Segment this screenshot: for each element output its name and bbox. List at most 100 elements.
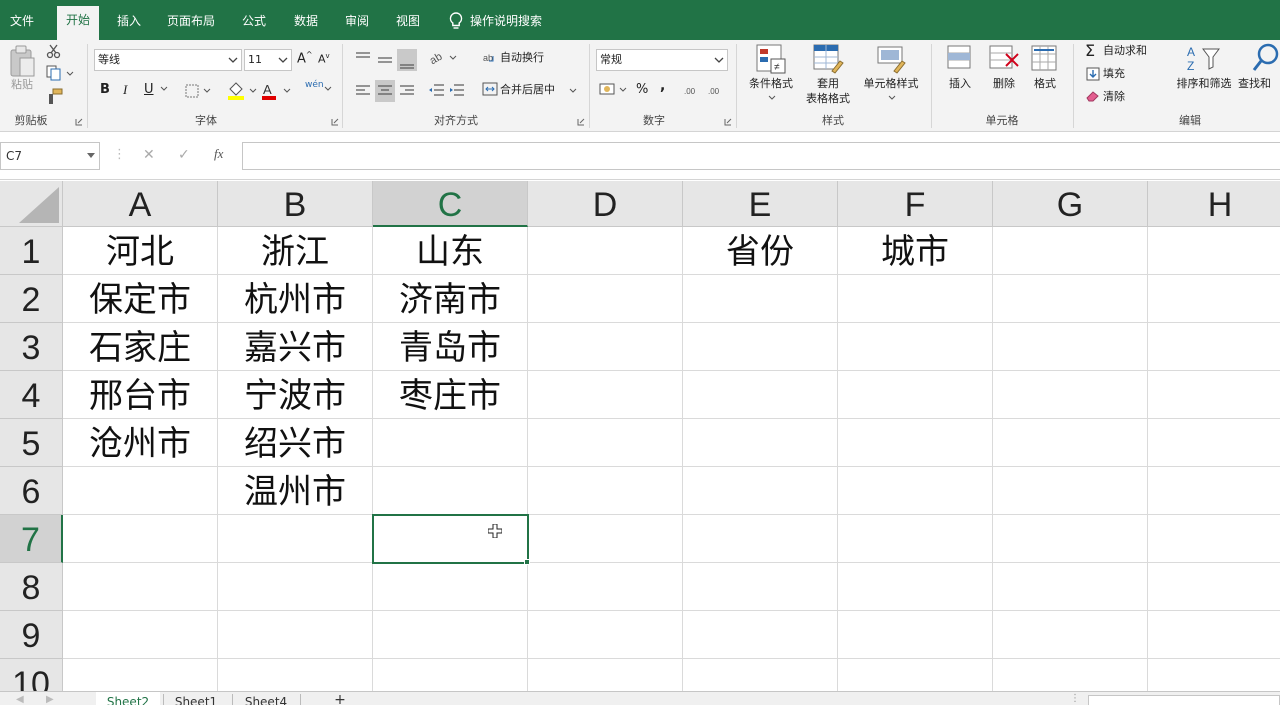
italic-button[interactable]: I — [123, 82, 127, 98]
cell-h9[interactable] — [1148, 611, 1280, 659]
cut-icon[interactable] — [46, 43, 62, 59]
select-all-corner[interactable] — [0, 181, 63, 227]
sort-filter-icon[interactable]: A Z — [1185, 43, 1221, 75]
cell-e10[interactable] — [683, 659, 838, 691]
cell-c5[interactable] — [373, 419, 528, 467]
sheet-tab-sheet2[interactable]: Sheet2 — [96, 692, 160, 705]
cell-d8[interactable] — [528, 563, 683, 611]
cell-b10[interactable] — [218, 659, 373, 691]
add-sheet-button[interactable]: + — [328, 692, 352, 705]
cell-a6[interactable] — [63, 467, 218, 515]
cell-g9[interactable] — [993, 611, 1148, 659]
format-cells-icon[interactable] — [1030, 44, 1060, 74]
column-header-h[interactable]: H — [1148, 181, 1280, 227]
row-header-10[interactable]: 10 — [0, 659, 63, 691]
menu-data[interactable]: 数据 — [284, 9, 328, 33]
insert-button[interactable]: 插入 — [936, 76, 984, 91]
cell-e3[interactable] — [683, 323, 838, 371]
cell-c1[interactable]: 山东 — [373, 227, 528, 275]
paste-icon[interactable] — [8, 44, 38, 80]
cell-b5[interactable]: 绍兴市 — [218, 419, 373, 467]
insert-function-button[interactable]: fx — [214, 146, 223, 162]
cell-h2[interactable] — [1148, 275, 1280, 323]
cell-d10[interactable] — [528, 659, 683, 691]
cell-a5[interactable]: 沧州市 — [63, 419, 218, 467]
copy-icon[interactable] — [46, 65, 74, 81]
cell-f10[interactable] — [838, 659, 993, 691]
cancel-entry-button[interactable]: ✕ — [143, 147, 155, 163]
cell-f2[interactable] — [838, 275, 993, 323]
name-box[interactable]: C7 — [0, 142, 100, 170]
sort-filter-button[interactable]: 排序和筛选 — [1171, 76, 1237, 91]
percent-style-button[interactable]: % — [636, 82, 648, 97]
cell-g3[interactable] — [993, 323, 1148, 371]
bold-button[interactable]: B — [100, 82, 110, 97]
conditional-formatting-button[interactable]: 条件格式 — [742, 76, 800, 91]
fill-color-icon[interactable] — [226, 81, 258, 101]
wrap-text-button[interactable]: 自动换行 — [500, 50, 544, 66]
row-header-8[interactable]: 8 — [0, 563, 63, 611]
cell-e1[interactable]: 省份 — [683, 227, 838, 275]
clipboard-dialog-launcher-icon[interactable] — [75, 118, 83, 126]
cell-h6[interactable] — [1148, 467, 1280, 515]
cell-h3[interactable] — [1148, 323, 1280, 371]
cell-g6[interactable] — [993, 467, 1148, 515]
cell-a7[interactable] — [63, 515, 218, 563]
font-color-icon[interactable]: A — [260, 81, 292, 101]
cell-b4[interactable]: 宁波市 — [218, 371, 373, 419]
fill-button[interactable]: 填充 — [1103, 66, 1125, 82]
column-header-b[interactable]: B — [218, 181, 373, 227]
menu-file[interactable]: 文件 — [0, 9, 44, 33]
cell-f3[interactable] — [838, 323, 993, 371]
cell-g8[interactable] — [993, 563, 1148, 611]
cell-h4[interactable] — [1148, 371, 1280, 419]
cell-d3[interactable] — [528, 323, 683, 371]
cell-c6[interactable] — [373, 467, 528, 515]
cell-b3[interactable]: 嘉兴市 — [218, 323, 373, 371]
cell-d6[interactable] — [528, 467, 683, 515]
merge-center-button[interactable]: 合并后居中 — [500, 82, 555, 98]
column-header-g[interactable]: G — [993, 181, 1148, 227]
delete-cells-icon[interactable] — [988, 44, 1020, 74]
cell-styles-button[interactable]: 单元格样式 — [858, 76, 924, 91]
insert-cells-icon[interactable] — [946, 44, 976, 74]
cell-styles-icon[interactable] — [876, 43, 908, 75]
cell-b2[interactable]: 杭州市 — [218, 275, 373, 323]
formula-input[interactable] — [242, 142, 1280, 170]
row-header-6[interactable]: 6 — [0, 467, 63, 515]
find-select-button[interactable]: 查找和 — [1238, 76, 1280, 91]
autosum-icon[interactable]: Σ — [1085, 41, 1095, 60]
borders-icon[interactable] — [184, 83, 212, 99]
phonetic-guide-button[interactable]: wén — [305, 80, 324, 90]
cell-d4[interactable] — [528, 371, 683, 419]
format-painter-icon[interactable] — [46, 88, 64, 106]
cell-e8[interactable] — [683, 563, 838, 611]
cell-b1[interactable]: 浙江 — [218, 227, 373, 275]
cell-c3[interactable]: 青岛市 — [373, 323, 528, 371]
cell-c2[interactable]: 济南市 — [373, 275, 528, 323]
font-size-select[interactable]: 11 — [244, 49, 292, 71]
number-format-select[interactable]: 常规 — [596, 49, 728, 71]
tab-splitter[interactable]: ⋮ — [1070, 693, 1080, 704]
comma-style-button[interactable]: , — [660, 78, 665, 94]
menu-formulas[interactable]: 公式 — [232, 9, 276, 33]
row-header-2[interactable]: 2 — [0, 275, 63, 323]
fill-handle[interactable] — [524, 559, 530, 565]
font-name-select[interactable]: 等线 — [94, 49, 242, 71]
menu-page-layout[interactable]: 页面布局 — [160, 9, 222, 33]
cell-c4[interactable]: 枣庄市 — [373, 371, 528, 419]
cell-h5[interactable] — [1148, 419, 1280, 467]
row-header-4[interactable]: 4 — [0, 371, 63, 419]
column-header-e[interactable]: E — [683, 181, 838, 227]
cell-f4[interactable] — [838, 371, 993, 419]
accounting-format-icon[interactable] — [599, 82, 629, 98]
cell-g4[interactable] — [993, 371, 1148, 419]
paste-button[interactable]: 粘贴 — [4, 77, 40, 92]
cell-f7[interactable] — [838, 515, 993, 563]
scroll-tabs-right-icon[interactable]: ▶ — [46, 694, 54, 705]
cell-d2[interactable] — [528, 275, 683, 323]
cell-c9[interactable] — [373, 611, 528, 659]
cell-d9[interactable] — [528, 611, 683, 659]
merge-center-icon[interactable] — [482, 82, 498, 96]
underline-button[interactable]: U — [144, 82, 154, 97]
